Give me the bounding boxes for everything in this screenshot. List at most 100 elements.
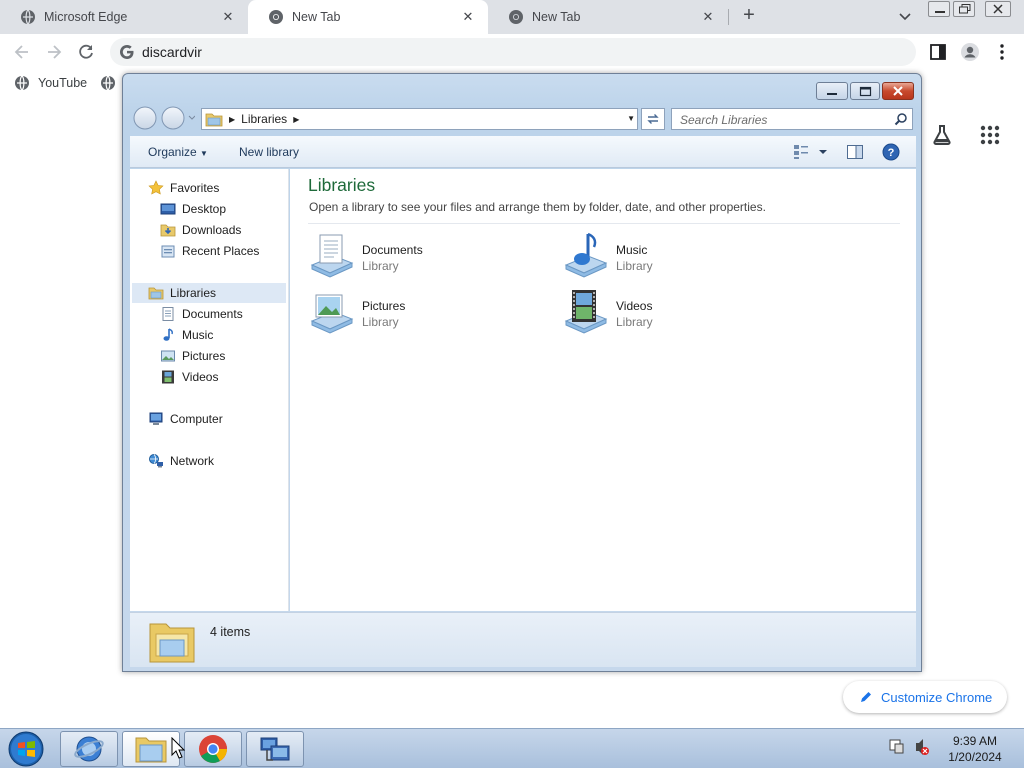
change-view-icon[interactable] [792,143,830,161]
refresh-icon [647,114,659,124]
globe-icon [101,75,115,91]
tab-separator [728,9,729,25]
explorer-minimize-button[interactable] [816,82,848,100]
tab-new-tab[interactable]: New Tab ✕ [488,0,728,34]
back-forward-buttons[interactable] [131,106,195,130]
nav-videos[interactable]: Videos [160,367,218,387]
url-text: discardvir [142,44,202,60]
downloads-folder-icon [160,224,176,237]
tab-microsoft-edge[interactable]: Microsoft Edge ✕ [0,0,248,34]
clock-date: 1/20/2024 [948,750,1002,764]
nav-computer[interactable]: Computer [148,409,223,429]
svg-text:?: ? [888,147,895,159]
explorer-close-button[interactable] [882,82,914,100]
nav-favorites[interactable]: Favorites [148,178,219,198]
close-tab-icon[interactable]: ✕ [220,9,236,25]
content-subtitle: Open a library to see your files and arr… [309,200,766,214]
taskbar: 9:39 AM 1/20/2024 [0,728,1024,768]
chrome-icon [199,735,227,763]
nav-network[interactable]: Network [148,451,214,471]
system-tray-icons[interactable] [888,735,932,759]
library-music[interactable]: Music Library [562,231,782,281]
nav-documents[interactable]: Documents [160,304,243,324]
google-apps-icon[interactable] [980,125,1000,145]
nav-label: Network [170,454,215,468]
profile-avatar-icon[interactable] [960,42,980,62]
library-type: Library [362,259,399,273]
start-button-windows-icon[interactable] [6,730,46,768]
new-tab-button[interactable]: + [738,5,760,27]
help-icon[interactable]: ? [882,143,900,161]
maximize-icon [859,86,872,97]
chrome-icon [509,10,523,24]
side-panel-icon[interactable] [928,42,948,62]
refresh-button[interactable] [641,108,665,130]
bookmark-label: YouTube [38,76,88,90]
libraries-folder-icon [148,287,164,300]
star-icon [148,180,164,195]
close-tab-icon[interactable]: ✕ [700,9,716,25]
chevron-down-icon[interactable]: ▼ [627,114,635,123]
close-tab-icon[interactable]: ✕ [460,9,476,25]
library-type: Library [616,315,653,329]
explorer-address-bar[interactable]: ▶ Libraries ▶ ▼ [201,108,638,130]
labs-flask-icon[interactable] [930,123,954,147]
taskbar-chrome[interactable] [184,731,242,767]
tab-new-tab-active[interactable]: New Tab ✕ [248,0,488,34]
close-icon [893,86,903,96]
search-placeholder: Search Libraries [680,113,768,127]
library-pictures[interactable]: Pictures Library [308,287,528,337]
minimize-icon [827,93,837,95]
nav-music[interactable]: Music [160,325,213,345]
network-computers-icon [260,737,290,761]
breadcrumb-libraries[interactable]: Libraries [241,112,287,126]
explorer-maximize-button[interactable] [850,82,880,100]
tab-strip: Microsoft Edge ✕ New Tab ✕ New Tab ✕ + [0,0,1024,34]
bookmark-youtube[interactable]: YouTube [14,75,87,91]
nav-desktop[interactable]: Desktop [160,199,226,219]
organize-label: Organize [148,145,197,159]
breadcrumb-arrow-icon[interactable]: ▶ [229,115,235,124]
taskbar-network-app[interactable] [246,731,304,767]
chrome-icon [269,10,283,24]
search-icon[interactable] [894,112,908,126]
minimize-button[interactable] [928,1,950,17]
customize-chrome-button[interactable]: Customize Chrome [843,681,1007,713]
library-name: Videos [616,299,653,313]
chevron-down-icon[interactable] [897,8,913,24]
navigation-pane: Favorites Desktop Downloads Recent Place… [130,169,289,611]
music-library-icon [564,232,608,278]
nav-label: Videos [182,370,219,384]
library-documents[interactable]: Documents Library [308,231,528,281]
pictures-icon [161,350,175,362]
more-menu-icon[interactable] [992,42,1012,62]
libraries-content-pane: Libraries Open a library to see your fil… [290,169,916,611]
clock-time: 9:39 AM [952,734,998,748]
nav-label: Documents [182,307,243,321]
divider [308,223,900,224]
preview-pane-icon[interactable] [846,143,864,161]
breadcrumb-arrow-icon[interactable]: ▶ [293,115,299,124]
back-arrow-icon[interactable] [12,42,32,62]
new-library-button[interactable]: New library [239,145,299,159]
bookmark-item[interactable] [100,75,124,91]
search-libraries-input[interactable]: Search Libraries [671,108,913,130]
taskbar-ie[interactable] [60,731,118,767]
nav-recent-places[interactable]: Recent Places [160,241,259,261]
videos-library-icon [564,290,608,334]
videos-film-icon [162,370,174,384]
nav-downloads[interactable]: Downloads [160,220,241,240]
mouse-cursor-icon [171,737,185,759]
nav-pictures[interactable]: Pictures [160,346,225,366]
content-title: Libraries [308,175,376,195]
restore-button[interactable] [953,1,975,17]
library-videos[interactable]: Videos Library [562,287,782,337]
address-bar[interactable]: discardvir [110,38,916,66]
nav-libraries[interactable]: Libraries [132,283,286,303]
globe-icon [15,75,29,91]
clock[interactable]: 9:39 AM 1/20/2024 [940,733,1010,765]
forward-arrow-icon[interactable] [44,42,64,62]
close-window-button[interactable] [985,1,1011,17]
reload-icon[interactable] [76,42,96,62]
organize-button[interactable]: Organize ▼ [148,145,208,159]
